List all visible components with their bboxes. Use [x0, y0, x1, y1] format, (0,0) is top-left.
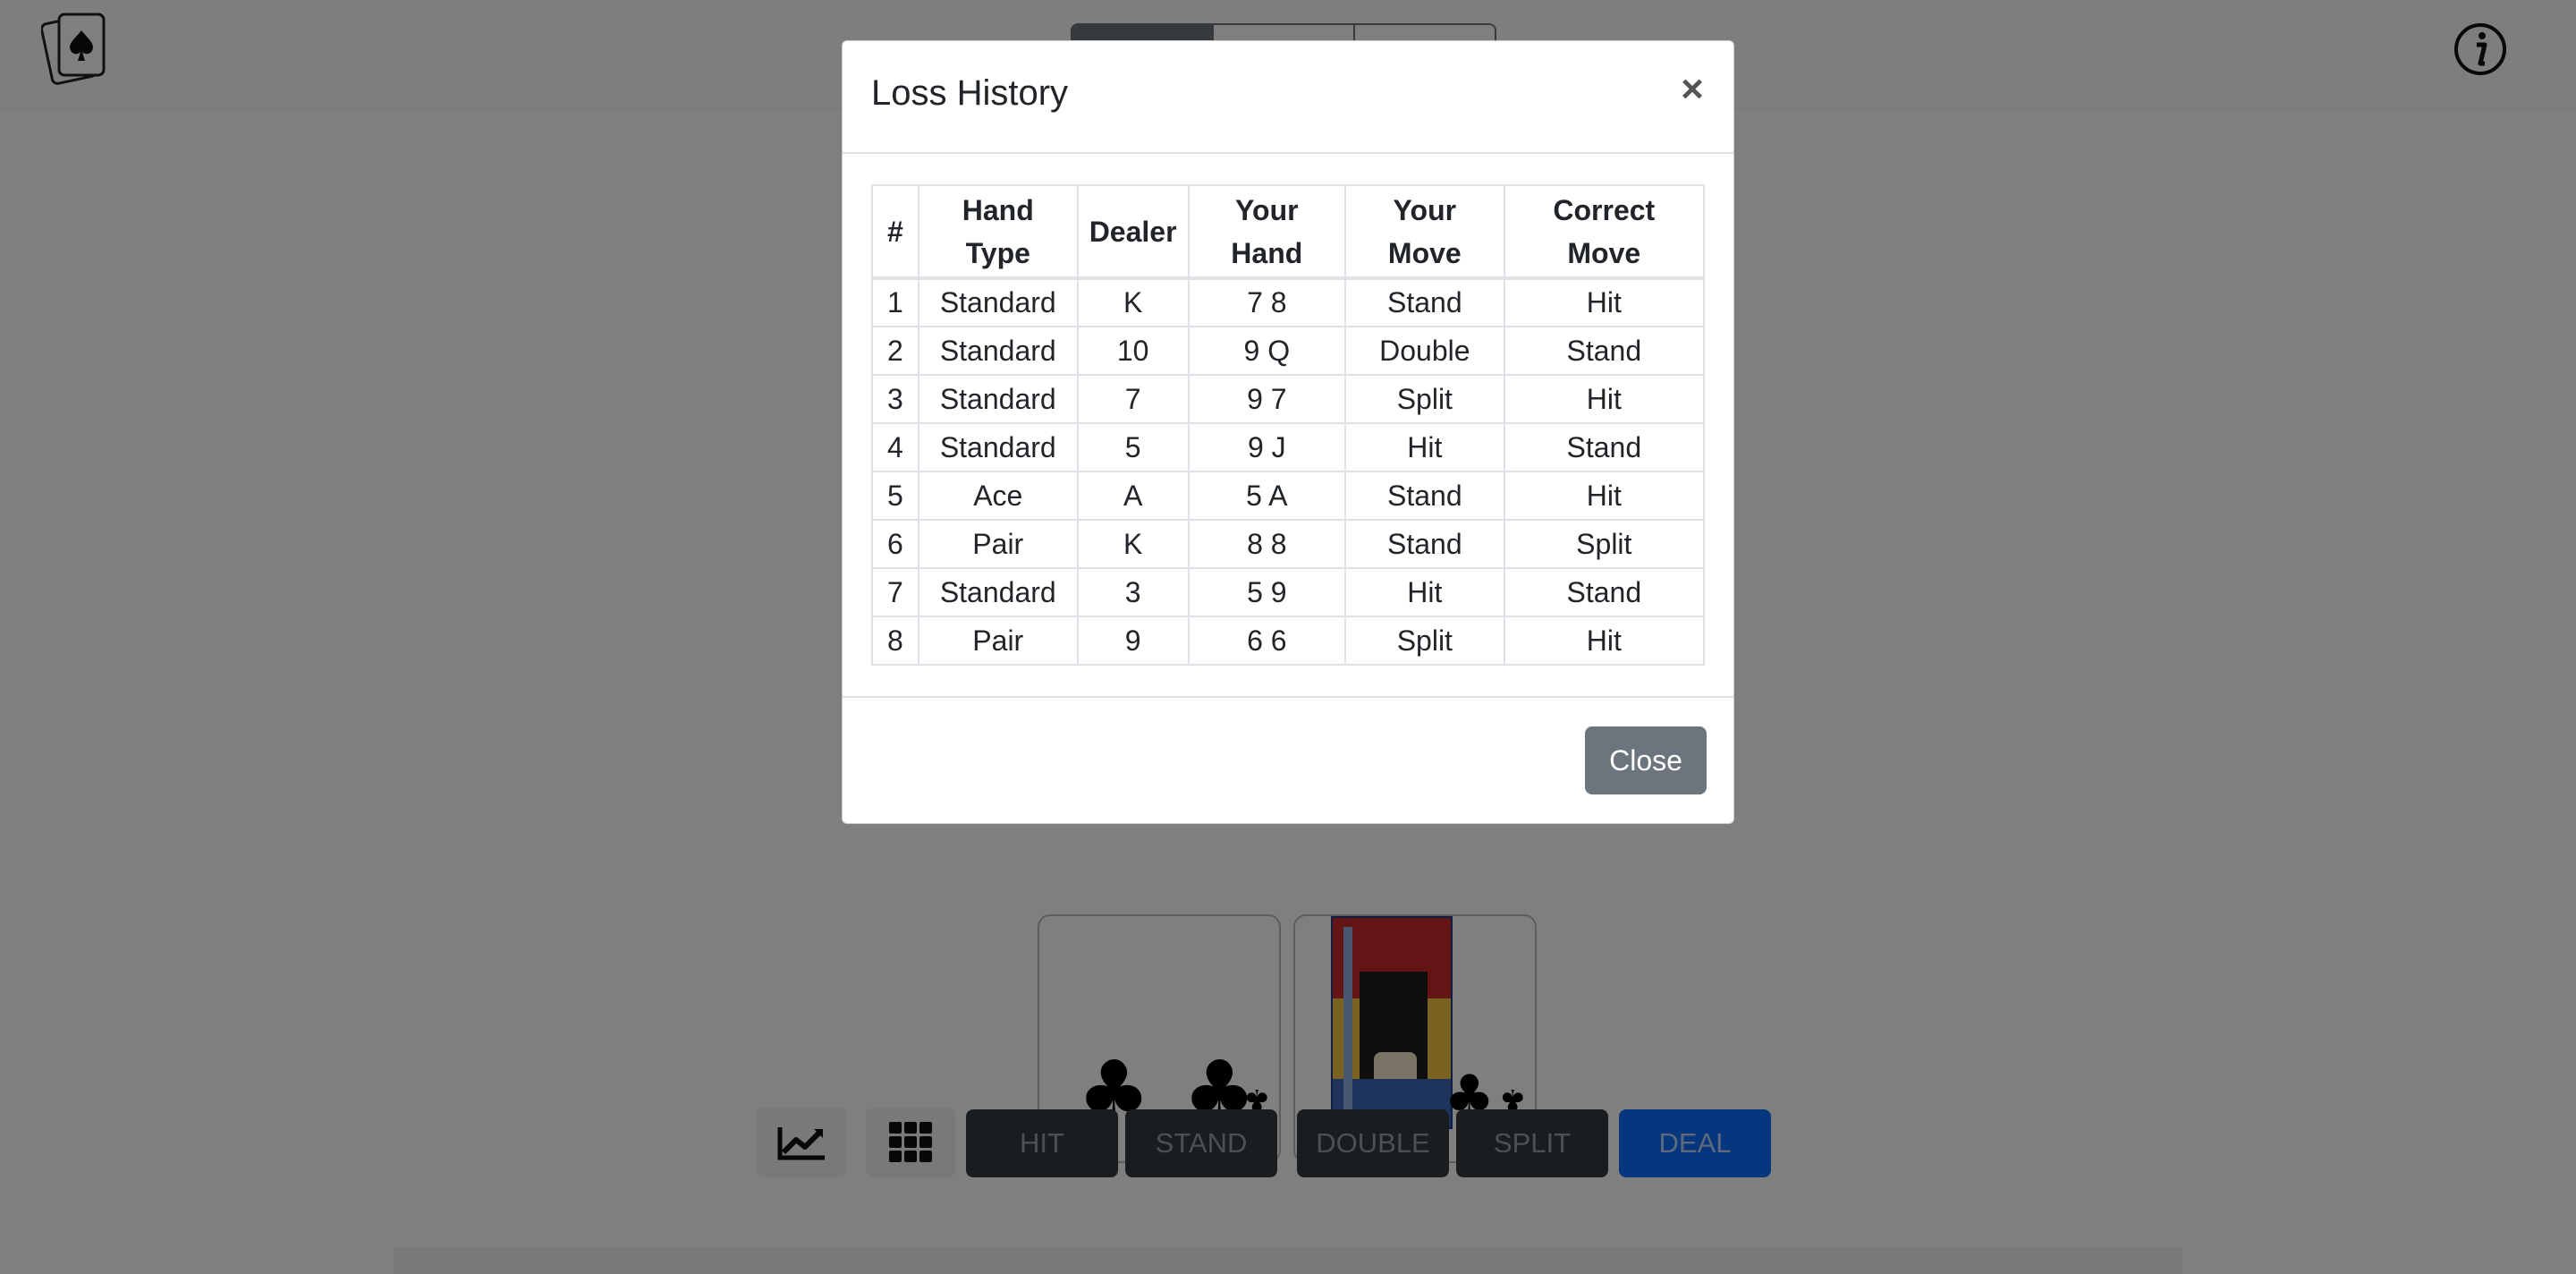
cell-your-hand: 5 A: [1187, 471, 1347, 521]
cell-correct-move: Hit: [1503, 374, 1706, 424]
loss-history-table: # Hand Type Dealer Your Hand Your Move Corr…: [871, 184, 1706, 666]
cell-your-move: Double: [1344, 326, 1505, 376]
cell-dealer: A: [1076, 471, 1190, 521]
cell-your-move: Stand: [1344, 277, 1505, 327]
table-row: 4 Standard 5 9 J Hit Stand: [871, 422, 1706, 472]
table-row: 3 Standard 7 9 7 Split Hit: [871, 374, 1706, 424]
cell-correct-move: Stand: [1503, 567, 1706, 617]
cell-dealer: 5: [1076, 422, 1190, 472]
cell-number: 3: [871, 374, 919, 424]
cell-hand-type: Ace: [917, 471, 1079, 521]
cell-number: 1: [871, 277, 919, 327]
cell-number: 8: [871, 616, 919, 666]
cell-your-move: Stand: [1344, 471, 1505, 521]
cell-your-hand: 5 9: [1187, 567, 1347, 617]
modal-footer: Close: [843, 696, 1733, 823]
cell-hand-type: Standard: [917, 374, 1079, 424]
cell-dealer: K: [1076, 277, 1190, 327]
table-row: 5 Ace A 5 A Stand Hit: [871, 471, 1706, 521]
cell-hand-type: Standard: [917, 277, 1079, 327]
cell-dealer: 7: [1076, 374, 1190, 424]
cell-your-move: Split: [1344, 616, 1505, 666]
cell-your-move: Split: [1344, 374, 1505, 424]
cell-dealer: 3: [1076, 567, 1190, 617]
cell-dealer: 9: [1076, 616, 1190, 666]
cell-your-move: Stand: [1344, 519, 1505, 569]
loss-history-modal: Loss History × # Hand Type Dealer Your Han…: [842, 40, 1734, 824]
header-dealer: Dealer: [1076, 184, 1190, 279]
cell-your-hand: 9 Q: [1187, 326, 1347, 376]
header-hand-type: Hand Type: [917, 184, 1079, 279]
cell-hand-type: Pair: [917, 519, 1079, 569]
table-row: 6 Pair K 8 8 Stand Split: [871, 519, 1706, 569]
modal-header: Loss History ×: [843, 41, 1733, 154]
header-number: #: [871, 184, 919, 279]
cell-hand-type: Standard: [917, 422, 1079, 472]
cell-correct-move: Split: [1503, 519, 1706, 569]
cell-hand-type: Standard: [917, 567, 1079, 617]
header-your-hand: Your Hand: [1187, 184, 1347, 279]
modal-body: # Hand Type Dealer Your Hand Your Move Corr…: [871, 184, 1706, 666]
table-row: 7 Standard 3 5 9 Hit Stand: [871, 567, 1706, 617]
table-row: 1 Standard K 7 8 Stand Hit: [871, 277, 1706, 327]
cell-hand-type: Standard: [917, 326, 1079, 376]
header-correct-move: Correct Move: [1503, 184, 1706, 279]
modal-title: Loss History: [871, 73, 1069, 113]
cell-your-hand: 9 7: [1187, 374, 1347, 424]
cell-number: 6: [871, 519, 919, 569]
cell-correct-move: Stand: [1503, 422, 1706, 472]
cell-number: 4: [871, 422, 919, 472]
cell-correct-move: Hit: [1503, 616, 1706, 666]
close-icon[interactable]: ×: [1674, 70, 1710, 111]
cell-number: 5: [871, 471, 919, 521]
cell-your-hand: 6 6: [1187, 616, 1347, 666]
cell-your-hand: 9 J: [1187, 422, 1347, 472]
header-your-move: Your Move: [1344, 184, 1505, 279]
table-row: 8 Pair 9 6 6 Split Hit: [871, 616, 1706, 666]
close-button[interactable]: Close: [1585, 726, 1707, 794]
cell-your-hand: 7 8: [1187, 277, 1347, 327]
cell-number: 7: [871, 567, 919, 617]
cell-number: 2: [871, 326, 919, 376]
table-header-row: # Hand Type Dealer Your Hand Your Move Corr…: [871, 184, 1706, 279]
cell-correct-move: Hit: [1503, 277, 1706, 327]
cell-correct-move: Stand: [1503, 326, 1706, 376]
cell-hand-type: Pair: [917, 616, 1079, 666]
cell-dealer: K: [1076, 519, 1190, 569]
table-row: 2 Standard 10 9 Q Double Stand: [871, 326, 1706, 376]
cell-your-move: Hit: [1344, 567, 1505, 617]
cell-correct-move: Hit: [1503, 471, 1706, 521]
cell-your-move: Hit: [1344, 422, 1505, 472]
cell-your-hand: 8 8: [1187, 519, 1347, 569]
cell-dealer: 10: [1076, 326, 1190, 376]
